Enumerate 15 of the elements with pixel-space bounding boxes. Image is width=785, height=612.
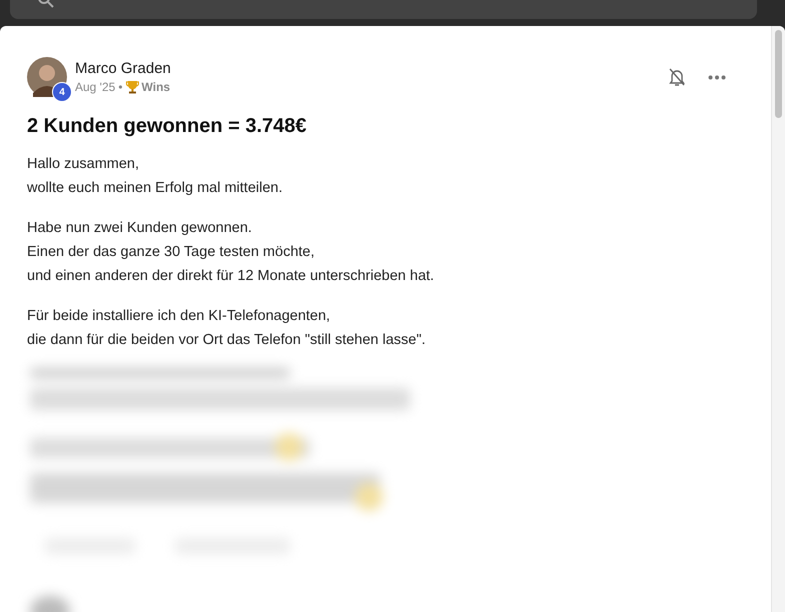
post-paragraph: Für beide installiere ich den KI-Telefonagenten, die dann für die beiden vor Ort das Telefon "still stehen lasse". [27, 307, 427, 350]
post-paragraph: Habe nun zwei Kunden gewonnen. Einen der das ganze 30 Tage testen möchte, und einen anderen der direkt für 12 Monate unterschrieben hat. [27, 219, 436, 286]
trophy-icon [126, 80, 139, 94]
author-name[interactable]: Marco Graden [75, 60, 660, 77]
more-icon[interactable] [708, 75, 726, 80]
post-paragraph: Hallo zusammen, wollte euch meinen Erfolg mal mitteilen. [27, 155, 284, 198]
separator-dot: • [118, 80, 123, 94]
post-title: 2 Kunden gewonnen = 3.748€ [27, 115, 308, 138]
level-badge: 4 [52, 82, 72, 102]
scrollbar-thumb[interactable] [775, 30, 782, 118]
post-date: Aug '25 [75, 80, 116, 94]
search-icon [38, 0, 54, 8]
category-label[interactable]: Wins [142, 80, 170, 94]
bell-muted-icon[interactable] [668, 68, 686, 87]
scrollbar[interactable] [771, 26, 785, 612]
